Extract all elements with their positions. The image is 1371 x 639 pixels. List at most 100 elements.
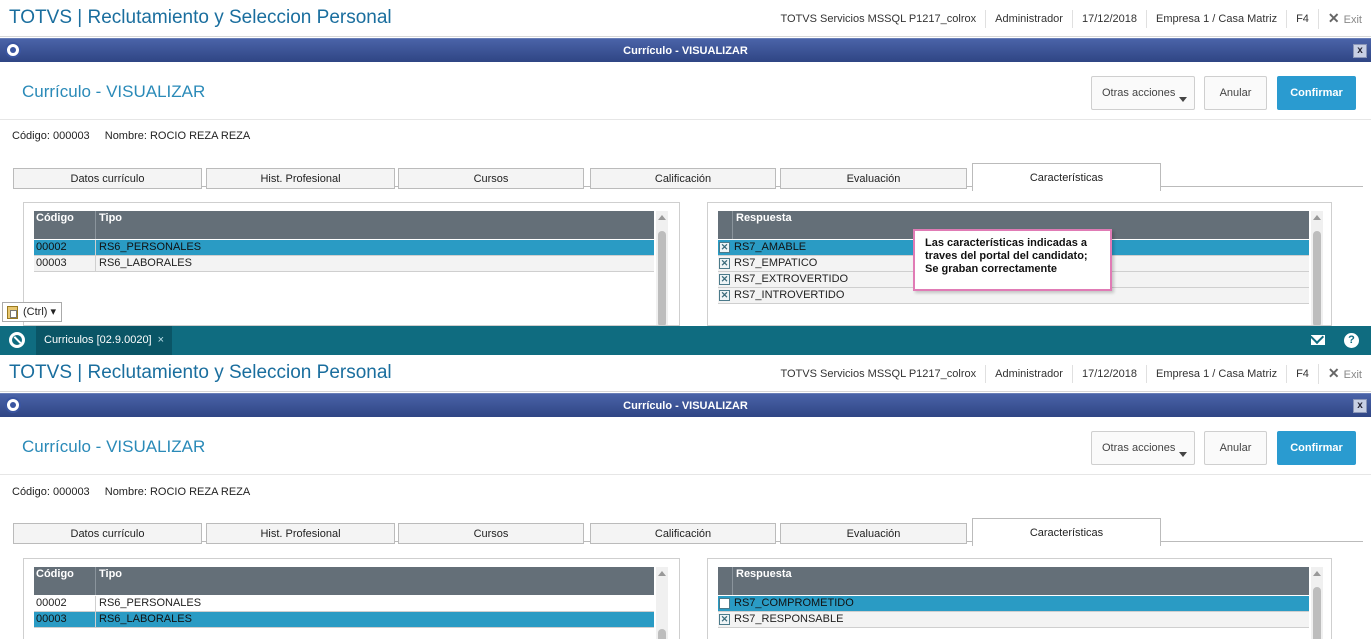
scroll-thumb[interactable] [658,629,666,639]
shortcut-key[interactable]: F4 [1286,9,1318,28]
answer-label: RS7_EMPATICO [734,257,818,269]
form-title: Currículo - VISUALIZAR [22,437,206,456]
answer-label: RS7_EXTROVERTIDO [734,273,849,285]
table-row[interactable]: 00003 RS6_LABORALES [34,612,654,628]
tab-hist-profesional[interactable]: Hist. Profesional [206,168,395,189]
column-check [718,211,733,239]
exit-label: Exit [1343,368,1362,381]
clipboard-icon [7,306,18,319]
tab-calificacion[interactable]: Calificación [590,523,776,544]
checkbox-checked-icon[interactable]: ✕ [719,290,730,301]
row-code: 00003 [34,612,96,628]
app-logo-icon [5,42,21,58]
bottom-header: TOTVS | Reclutamiento y Seleccion Person… [0,355,1371,392]
code-label: Código: 000003 [12,130,90,142]
app-logo-icon [5,397,21,413]
tab-calificacion[interactable]: Calificación [590,168,776,189]
company-info[interactable]: Empresa 1 / Casa Matriz [1146,364,1286,383]
code-label: Código: 000003 [12,486,90,498]
column-check [718,567,733,595]
tab-datos-curriculo[interactable]: Datos currículo [13,168,202,189]
help-icon[interactable]: ? [1344,333,1359,348]
scroll-up-icon[interactable] [658,215,666,220]
user-info: Administrador [985,9,1072,28]
checkbox-checked-icon[interactable]: ✕ [719,258,730,269]
table-row[interactable]: 00002 RS6_PERSONALES [34,240,654,256]
types-panel: Código Tipo 00002 RS6_PERSONALES 00003 R… [23,202,680,326]
answer-label: RS7_AMABLE [734,241,807,253]
answers-scrollbar[interactable] [1311,211,1323,325]
dialog-close-button[interactable]: x [1353,44,1367,58]
types-grid-header: Código Tipo [34,567,654,595]
tab-datos-curriculo[interactable]: Datos currículo [13,523,202,544]
row-type: RS6_LABORALES [99,613,192,625]
row-type: RS6_PERSONALES [99,241,202,253]
scroll-up-icon[interactable] [658,571,666,576]
form-header: Currículo - VISUALIZAR Otras acciones An… [0,418,1371,475]
server-info: TOTVS Servicios MSSQL P1217_colrox [780,12,977,25]
checkbox-checked-icon[interactable]: ✕ [719,614,730,625]
other-actions-button[interactable]: Otras acciones [1091,76,1195,110]
confirm-button[interactable]: Confirmar [1277,431,1356,465]
types-scrollbar[interactable] [656,211,668,325]
close-icon[interactable]: × [158,334,164,346]
tab-evaluacion[interactable]: Evaluación [780,168,967,189]
column-answer[interactable]: Respuesta [734,567,1309,595]
tab-cursos[interactable]: Cursos [398,523,584,544]
paste-options-button[interactable]: (Ctrl) ▾ [2,302,62,322]
company-info[interactable]: Empresa 1 / Casa Matriz [1146,9,1286,28]
dialog-close-button[interactable]: x [1353,399,1367,413]
types-panel: Código Tipo 00002 RS6_PERSONALES 00003 R… [23,558,680,639]
cancel-button[interactable]: Anular [1204,76,1267,110]
close-icon: ✕ [1327,364,1340,381]
date-info: 17/12/2018 [1071,364,1146,383]
mail-icon[interactable] [1311,335,1325,345]
open-program-tab[interactable]: Curriculos [02.9.0020] × [36,326,173,355]
app-title: TOTVS | Reclutamiento y Seleccion Person… [9,7,392,28]
status-bar: TOTVS Servicios MSSQL P1217_colrox Admin… [771,355,1371,392]
scroll-up-icon[interactable] [1313,571,1321,576]
column-code[interactable]: Código [34,211,96,239]
app-title: TOTVS | Reclutamiento y Seleccion Person… [9,362,392,383]
tab-cursos[interactable]: Cursos [398,168,584,189]
answers-scrollbar[interactable] [1311,567,1323,639]
other-actions-button[interactable]: Otras acciones [1091,431,1195,465]
table-row[interactable]: 00002 RS6_PERSONALES [34,596,654,612]
scroll-thumb[interactable] [1313,587,1321,639]
checkbox-checked-icon[interactable]: ✕ [719,242,730,253]
row-code: 00003 [34,256,96,272]
row-code: 00002 [34,240,96,256]
program-tab-label: Curriculos [02.9.0020] [44,334,152,346]
list-item[interactable]: RS7_COMPROMETIDO [718,596,1309,612]
shortcut-key[interactable]: F4 [1286,364,1318,383]
column-type[interactable]: Tipo [97,567,654,595]
paste-label: (Ctrl) ▾ [23,306,57,318]
checkbox-unchecked-icon[interactable] [719,598,730,609]
server-info: TOTVS Servicios MSSQL P1217_colrox [780,367,977,380]
confirm-button[interactable]: Confirmar [1277,76,1356,110]
cancel-button[interactable]: Anular [1204,431,1267,465]
callout-line: Se graban correctamente [925,263,1058,275]
exit-label: Exit [1343,13,1362,26]
scroll-thumb[interactable] [1313,231,1321,325]
dialog-title-bar: Currículo - VISUALIZAR x [0,38,1371,62]
tab-evaluacion[interactable]: Evaluación [780,523,967,544]
table-row[interactable]: 00003 RS6_LABORALES [34,256,654,272]
date-info: 17/12/2018 [1071,9,1146,28]
types-scrollbar[interactable] [656,567,668,639]
checkbox-checked-icon[interactable]: ✕ [719,274,730,285]
column-type[interactable]: Tipo [97,211,654,239]
tab-hist-profesional[interactable]: Hist. Profesional [206,523,395,544]
tab-caracteristicas[interactable]: Características [972,163,1161,191]
scroll-thumb[interactable] [658,231,666,325]
totvs-logo-icon[interactable] [9,332,25,348]
answer-label: RS7_COMPROMETIDO [734,597,854,609]
dialog-title-bar: Currículo - VISUALIZAR x [0,393,1371,417]
scroll-up-icon[interactable] [1313,215,1321,220]
tab-caracteristicas[interactable]: Características [972,518,1161,546]
list-item[interactable]: ✕ RS7_RESPONSABLE [718,612,1309,628]
exit-button[interactable]: ✕ Exit [1317,363,1371,384]
exit-button[interactable]: ✕ Exit [1317,8,1371,29]
top-header: TOTVS | Reclutamiento y Seleccion Person… [0,0,1371,37]
column-code[interactable]: Código [34,567,96,595]
